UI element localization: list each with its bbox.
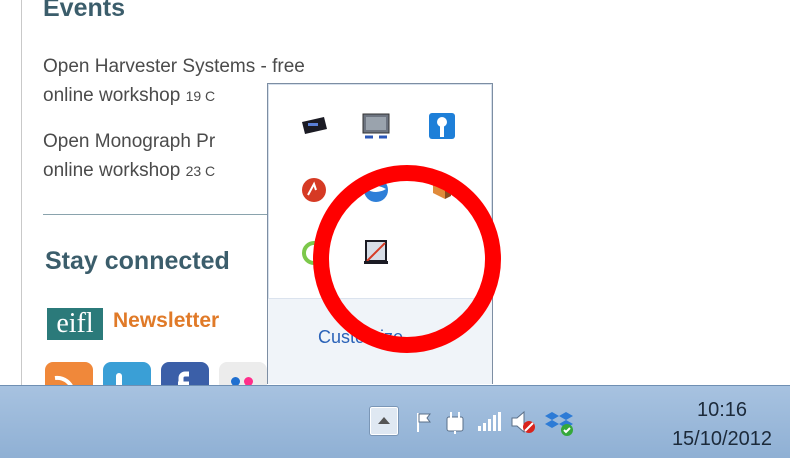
column-rule	[21, 0, 22, 385]
wireless-info-icon[interactable]	[424, 108, 460, 144]
clock-date: 15/10/2012	[671, 428, 773, 450]
show-hidden-icons-button[interactable]	[369, 406, 399, 436]
taskbar: 10:16 15/10/2012	[0, 385, 790, 458]
events-heading: Events	[43, 0, 125, 22]
event-line: online workshop	[43, 85, 181, 106]
volume-muted-icon[interactable]	[508, 407, 538, 437]
event-title[interactable]: Open Harvester Systems - free	[43, 52, 305, 81]
newsletter-link[interactable]: Newsletter	[113, 309, 219, 333]
event-line: online workshop	[43, 160, 181, 181]
hdd-icon[interactable]	[296, 108, 332, 144]
event-date: 23 C	[185, 163, 216, 179]
event-title[interactable]: Open Monograph Pr	[43, 127, 215, 156]
highlight-circle	[313, 165, 501, 353]
network-signal-icon[interactable]	[474, 407, 504, 437]
system-clock[interactable]: 10:16 15/10/2012	[660, 396, 784, 454]
event-date: 19 C	[185, 88, 216, 104]
stay-connected-heading: Stay connected	[45, 247, 230, 275]
event-item[interactable]: Open Monograph Pr online workshop 23 C	[43, 127, 215, 186]
clock-time: 10:16	[696, 399, 748, 421]
action-center-flag-icon[interactable]	[410, 407, 440, 437]
power-plug-icon[interactable]	[440, 407, 470, 437]
event-item[interactable]: Open Harvester Systems - free online wor…	[43, 52, 305, 111]
display-monitor-icon[interactable]	[358, 108, 394, 144]
chevron-up-icon	[378, 417, 390, 424]
red-app-icon[interactable]	[296, 172, 332, 208]
eifl-logo: eifl	[47, 308, 103, 340]
dropbox-icon[interactable]	[544, 407, 574, 437]
